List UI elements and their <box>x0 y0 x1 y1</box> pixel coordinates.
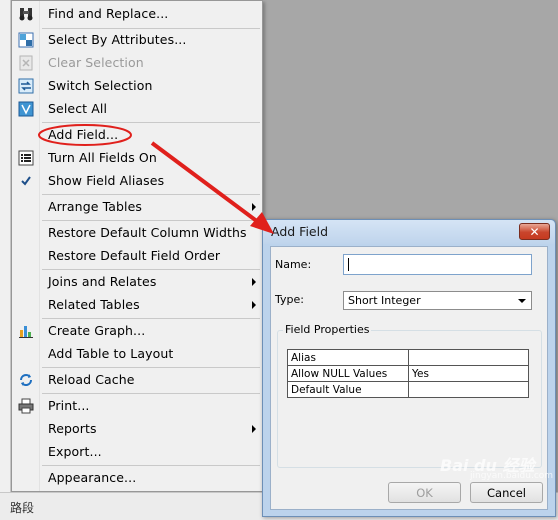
menu-item-label: Show Field Aliases <box>48 173 165 188</box>
menu-separator <box>42 269 260 270</box>
menu-item-label: Add Table to Layout <box>48 346 174 361</box>
menu-item-label: Related Tables <box>48 297 140 312</box>
text-caret <box>348 258 349 271</box>
checkmark-icon <box>18 173 34 189</box>
menu-item-select-all[interactable]: Select All <box>12 98 262 121</box>
menu-separator <box>42 393 260 394</box>
menu-separator <box>42 194 260 195</box>
type-label: Type: <box>275 293 304 306</box>
table-row: Default Value <box>287 381 529 398</box>
menu-separator <box>42 318 260 319</box>
menu-item-related-tables[interactable]: Related Tables <box>12 294 262 317</box>
submenu-arrow-icon <box>252 203 256 211</box>
menu-item-label: Reports <box>48 421 97 436</box>
menu-item-find-replace[interactable]: Find and Replace... <box>12 3 262 26</box>
name-label: Name: <box>275 258 312 271</box>
property-name: Alias <box>287 349 409 366</box>
table-row: Allow NULL Values Yes <box>287 365 529 382</box>
menu-item-arrange-tables[interactable]: Arrange Tables <box>12 196 262 219</box>
cancel-button[interactable]: Cancel <box>470 482 543 503</box>
menu-item-joins-relates[interactable]: Joins and Relates <box>12 271 262 294</box>
submenu-arrow-icon <box>252 425 256 433</box>
menu-item-label: Select By Attributes... <box>48 32 187 47</box>
table-row: Alias <box>287 349 529 366</box>
menu-item-switch-selection[interactable]: Switch Selection <box>12 75 262 98</box>
menu-item-label: Export... <box>48 444 102 459</box>
type-select-value: Short Integer <box>348 294 421 307</box>
binoculars-icon <box>18 6 34 22</box>
field-properties-grid: Alias Allow NULL Values Yes Default Valu… <box>287 349 529 398</box>
select-all-icon <box>18 101 34 117</box>
submenu-arrow-icon <box>252 301 256 309</box>
menu-item-restore-column-widths[interactable]: Restore Default Column Widths <box>12 222 262 245</box>
menu-item-label: Create Graph... <box>48 323 146 338</box>
menu-item-label: Add Field... <box>48 127 119 142</box>
chevron-down-icon[interactable] <box>518 299 526 303</box>
field-properties-group: Field Properties Alias Allow NULL Values… <box>277 323 542 468</box>
menu-item-restore-field-order[interactable]: Restore Default Field Order <box>12 245 262 268</box>
menu-separator <box>42 220 260 221</box>
menu-item-reports[interactable]: Reports <box>12 418 262 441</box>
menu-item-select-by-attributes[interactable]: Select By Attributes... <box>12 29 262 52</box>
printer-icon <box>18 398 34 414</box>
menu-item-label: Joins and Relates <box>48 274 157 289</box>
menu-item-export[interactable]: Export... <box>12 441 262 464</box>
menu-item-label: Find and Replace... <box>48 6 169 21</box>
table-tab[interactable]: 路段 <box>10 499 34 516</box>
clear-selection-icon <box>18 55 34 71</box>
property-name: Allow NULL Values <box>287 365 409 382</box>
menu-item-label: Switch Selection <box>48 78 153 93</box>
switch-selection-icon <box>18 78 34 94</box>
menu-item-add-field[interactable]: Add Field... <box>12 124 262 147</box>
menu-separator <box>42 122 260 123</box>
fields-list-icon <box>18 150 34 166</box>
dialog-title: Add Field <box>271 224 329 239</box>
field-properties-label: Field Properties <box>283 323 372 336</box>
type-select[interactable]: Short Integer <box>343 291 532 310</box>
property-value[interactable] <box>408 381 529 398</box>
menu-item-print[interactable]: Print... <box>12 395 262 418</box>
menu-item-turn-all-fields-on[interactable]: Turn All Fields On <box>12 147 262 170</box>
menu-item-create-graph[interactable]: Create Graph... <box>12 320 262 343</box>
watermark-url: jingyan.baidu.com <box>470 471 554 481</box>
menu-item-label: Restore Default Field Order <box>48 248 221 263</box>
background-panel <box>0 0 11 520</box>
menu-item-reload-cache[interactable]: Reload Cache <box>12 369 262 392</box>
name-input[interactable] <box>343 254 532 275</box>
submenu-arrow-icon <box>252 278 256 286</box>
menu-item-label: Clear Selection <box>48 55 144 70</box>
context-menu: Find and Replace... Select By Attributes… <box>11 0 263 492</box>
ok-button[interactable]: OK <box>388 482 461 503</box>
property-value[interactable] <box>408 349 529 366</box>
property-name: Default Value <box>287 381 409 398</box>
menu-item-appearance[interactable]: Appearance... <box>12 467 262 490</box>
menu-item-label: Reload Cache <box>48 372 135 387</box>
menu-separator <box>42 465 260 466</box>
dialog-titlebar[interactable]: Add Field ✕ <box>263 220 555 244</box>
property-value[interactable]: Yes <box>408 365 529 382</box>
menu-item-clear-selection[interactable]: Clear Selection <box>12 52 262 75</box>
menu-item-label: Turn All Fields On <box>48 150 157 165</box>
bar-chart-icon <box>18 323 34 339</box>
menu-item-label: Restore Default Column Widths <box>48 225 247 240</box>
close-button[interactable]: ✕ <box>519 223 550 240</box>
menu-item-label: Arrange Tables <box>48 199 143 214</box>
menu-item-show-field-aliases[interactable]: Show Field Aliases <box>12 170 262 193</box>
select-attributes-icon <box>18 32 34 48</box>
menu-item-add-table-to-layout[interactable]: Add Table to Layout <box>12 343 262 366</box>
menu-separator <box>42 367 260 368</box>
menu-item-label: Select All <box>48 101 108 116</box>
menu-item-label: Appearance... <box>48 470 137 485</box>
menu-item-label: Print... <box>48 398 90 413</box>
refresh-icon <box>18 372 34 388</box>
